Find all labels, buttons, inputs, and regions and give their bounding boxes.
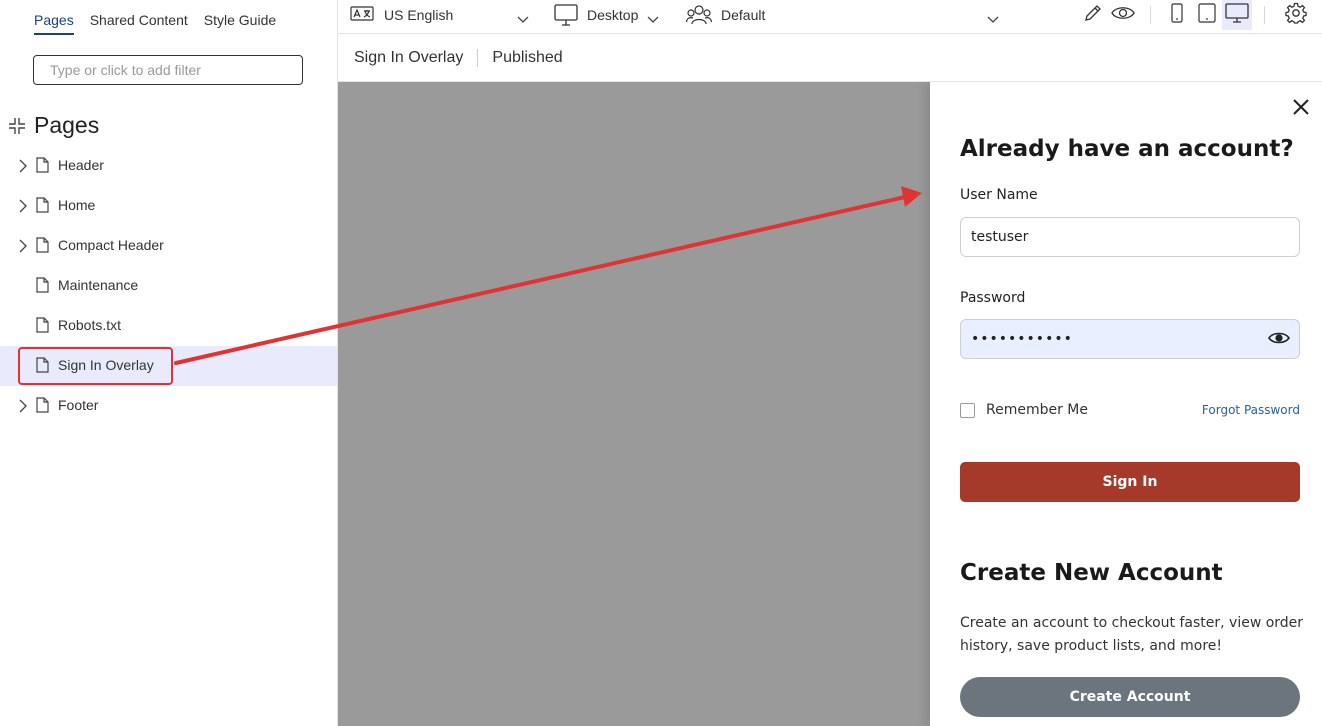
sign-in-button[interactable]: Sign In bbox=[960, 462, 1300, 502]
remember-me-label: Remember Me bbox=[986, 402, 1088, 418]
tree-item-maintenance[interactable]: Maintenance bbox=[0, 266, 337, 306]
sign-in-overlay: Already have an account? User Name Passw… bbox=[930, 82, 1322, 726]
sign-in-heading: Already have an account? bbox=[960, 136, 1294, 162]
tab-shared-content[interactable]: Shared Content bbox=[90, 12, 188, 35]
page-icon bbox=[36, 317, 49, 333]
tree-item-label: Sign In Overlay bbox=[58, 357, 154, 373]
password-field[interactable] bbox=[960, 319, 1300, 359]
chevron-down-icon bbox=[517, 11, 529, 23]
gear-icon bbox=[1285, 2, 1307, 29]
tree-item-footer[interactable]: Footer bbox=[0, 386, 337, 426]
tree-item-compact-header[interactable]: Compact Header bbox=[0, 226, 337, 266]
tree-item-label: Robots.txt bbox=[58, 317, 122, 333]
tablet-view-button[interactable] bbox=[1193, 0, 1221, 30]
create-account-heading: Create New Account bbox=[960, 560, 1223, 586]
create-account-button[interactable]: Create Account bbox=[960, 677, 1300, 717]
toolbar-divider bbox=[1264, 6, 1265, 24]
page-preview-canvas: Already have an account? User Name Passw… bbox=[338, 82, 1322, 726]
desktop-view-button[interactable] bbox=[1222, 0, 1252, 30]
tree-item-robots[interactable]: Robots.txt bbox=[0, 306, 337, 346]
settings-button[interactable] bbox=[1282, 0, 1310, 30]
pages-panel: Pages Shared Content Style Guide Pages H… bbox=[0, 0, 338, 726]
remember-me-checkbox[interactable] bbox=[960, 403, 975, 418]
page-icon bbox=[36, 277, 49, 293]
left-panel-tabs: Pages Shared Content Style Guide bbox=[34, 12, 276, 35]
breadcrumb-divider bbox=[477, 48, 479, 67]
preview-button[interactable] bbox=[1108, 0, 1138, 30]
tablet-icon bbox=[1198, 2, 1216, 28]
monitor-icon bbox=[1225, 2, 1249, 28]
filter-input[interactable] bbox=[33, 55, 303, 85]
edit-mode-button[interactable] bbox=[1079, 0, 1107, 30]
tree-item-home[interactable]: Home bbox=[0, 186, 337, 226]
collapse-all-icon[interactable] bbox=[8, 117, 26, 135]
current-page-name: Sign In Overlay bbox=[354, 48, 464, 66]
language-selector[interactable]: US English bbox=[350, 0, 529, 30]
tab-pages[interactable]: Pages bbox=[34, 12, 74, 35]
page-icon bbox=[36, 197, 49, 213]
chevron-right-icon[interactable] bbox=[16, 198, 30, 214]
page-icon bbox=[36, 397, 49, 413]
page-icon bbox=[36, 357, 49, 373]
translate-icon bbox=[350, 6, 374, 24]
pages-title: Pages bbox=[34, 112, 100, 138]
top-toolbar: US English Desktop Default bbox=[338, 0, 1322, 34]
users-icon bbox=[685, 4, 713, 26]
tree-item-label: Home bbox=[58, 197, 96, 213]
username-label: User Name bbox=[960, 187, 1038, 203]
pages-heading: Pages bbox=[8, 112, 99, 139]
phone-icon bbox=[1171, 2, 1183, 28]
toolbar-divider bbox=[1150, 6, 1151, 24]
tree-item-sign-in-overlay[interactable]: Sign In Overlay bbox=[0, 346, 337, 386]
page-breadcrumb-bar: Sign In Overlay Published bbox=[338, 34, 1322, 82]
persona-value: Default bbox=[721, 7, 766, 23]
create-account-description: Create an account to checkout faster, vi… bbox=[960, 615, 1304, 654]
chevron-right-icon[interactable] bbox=[16, 398, 30, 414]
publish-status: Published bbox=[492, 48, 563, 66]
forgot-password-link[interactable]: Forgot Password bbox=[1202, 403, 1300, 417]
eye-icon bbox=[1111, 5, 1135, 26]
tree-item-label: Header bbox=[58, 157, 104, 173]
show-password-icon[interactable] bbox=[1268, 330, 1290, 346]
monitor-icon bbox=[554, 4, 578, 26]
chevron-right-icon[interactable] bbox=[16, 238, 30, 254]
pencil-icon bbox=[1083, 3, 1103, 28]
tab-style-guide[interactable]: Style Guide bbox=[204, 12, 276, 35]
chevron-down-icon bbox=[987, 11, 999, 23]
page-icon bbox=[36, 237, 49, 253]
page-icon bbox=[36, 157, 49, 173]
chevron-right-icon[interactable] bbox=[16, 158, 30, 174]
device-value: Desktop bbox=[587, 7, 639, 23]
password-label: Password bbox=[960, 290, 1026, 306]
page-tree: Header Home Compact Header Maintenance R… bbox=[0, 146, 337, 426]
tree-item-header[interactable]: Header bbox=[0, 146, 337, 186]
language-value: US English bbox=[384, 7, 454, 23]
username-field[interactable] bbox=[960, 217, 1300, 257]
device-selector[interactable]: Desktop bbox=[554, 0, 659, 30]
chevron-down-icon bbox=[647, 11, 659, 23]
tree-item-label: Maintenance bbox=[58, 277, 139, 293]
tree-item-label: Footer bbox=[58, 397, 99, 413]
persona-selector[interactable]: Default bbox=[685, 0, 999, 30]
close-icon[interactable] bbox=[1292, 98, 1310, 116]
phone-view-button[interactable] bbox=[1163, 0, 1191, 30]
tree-item-label: Compact Header bbox=[58, 237, 164, 253]
